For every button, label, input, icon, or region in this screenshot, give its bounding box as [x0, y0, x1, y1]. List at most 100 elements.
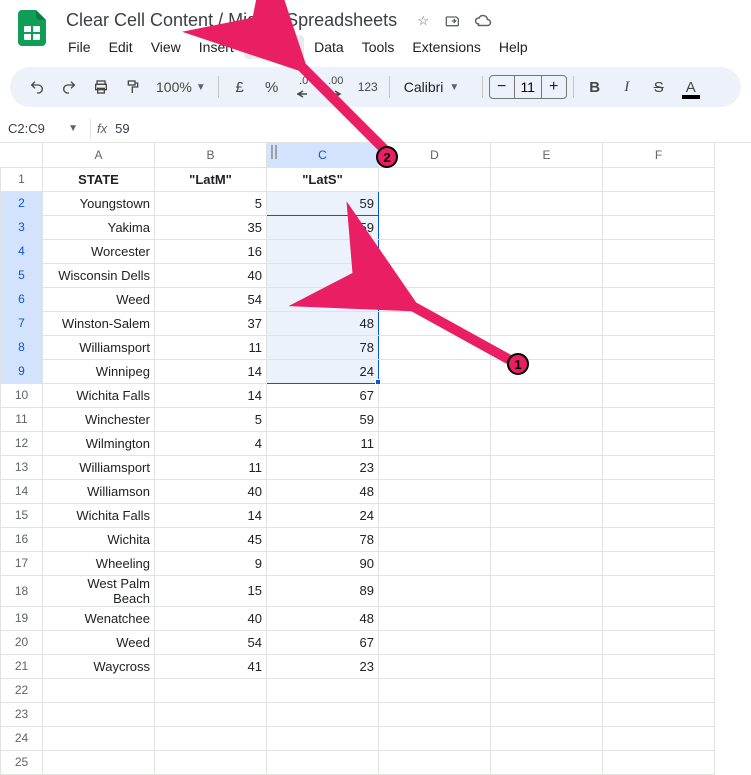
- cell[interactable]: [379, 750, 491, 774]
- italic-button[interactable]: I: [612, 72, 642, 102]
- cell[interactable]: [379, 726, 491, 750]
- cell[interactable]: 40: [155, 479, 267, 503]
- cell[interactable]: [603, 527, 715, 551]
- cell[interactable]: Yakima: [43, 215, 155, 239]
- cell[interactable]: 40: [155, 606, 267, 630]
- cell[interactable]: [491, 630, 603, 654]
- cell[interactable]: [491, 527, 603, 551]
- cell[interactable]: 35: [155, 215, 267, 239]
- menu-help[interactable]: Help: [491, 35, 536, 59]
- row-header[interactable]: 22: [1, 678, 43, 702]
- cell[interactable]: [491, 359, 603, 383]
- cell[interactable]: "LatS": [267, 167, 379, 191]
- print-button[interactable]: [86, 72, 116, 102]
- cell[interactable]: 59: [267, 191, 379, 215]
- cell[interactable]: [603, 479, 715, 503]
- cell[interactable]: Wenatchee: [43, 606, 155, 630]
- row-header[interactable]: 8: [1, 335, 43, 359]
- cell[interactable]: [491, 551, 603, 575]
- cell[interactable]: [491, 654, 603, 678]
- row-header[interactable]: 17: [1, 551, 43, 575]
- cell[interactable]: [379, 479, 491, 503]
- cell[interactable]: STATE: [43, 167, 155, 191]
- cell[interactable]: [379, 654, 491, 678]
- cell[interactable]: Waycross: [43, 654, 155, 678]
- cell[interactable]: 16: [155, 239, 267, 263]
- cell[interactable]: [379, 263, 491, 287]
- cell[interactable]: [491, 678, 603, 702]
- cell[interactable]: [603, 167, 715, 191]
- cell[interactable]: Williamsport: [43, 455, 155, 479]
- cell[interactable]: [379, 551, 491, 575]
- doc-title[interactable]: Clear Cell Content / Mighty Spreadsheets: [60, 8, 403, 33]
- name-box[interactable]: C2:C9▼: [8, 121, 84, 136]
- cell[interactable]: 11: [267, 431, 379, 455]
- cell[interactable]: [267, 702, 379, 726]
- cell[interactable]: [603, 215, 715, 239]
- redo-button[interactable]: [54, 72, 84, 102]
- menu-tools[interactable]: Tools: [354, 35, 403, 59]
- row-header[interactable]: 11: [1, 407, 43, 431]
- row-header[interactable]: 16: [1, 527, 43, 551]
- cell[interactable]: [491, 287, 603, 311]
- cell[interactable]: [603, 678, 715, 702]
- cell[interactable]: [603, 431, 715, 455]
- decrease-decimal-button[interactable]: .0: [289, 72, 319, 102]
- cell[interactable]: [379, 455, 491, 479]
- star-icon[interactable]: ☆: [413, 11, 433, 31]
- cell[interactable]: [491, 431, 603, 455]
- bold-button[interactable]: B: [580, 72, 610, 102]
- cell[interactable]: 23: [267, 455, 379, 479]
- cell[interactable]: 89: [267, 575, 379, 606]
- cell[interactable]: [603, 575, 715, 606]
- cell[interactable]: [603, 750, 715, 774]
- cell[interactable]: [491, 239, 603, 263]
- cell[interactable]: [603, 702, 715, 726]
- cell[interactable]: Wheeling: [43, 551, 155, 575]
- cell[interactable]: Wisconsin Dells: [43, 263, 155, 287]
- menu-edit[interactable]: Edit: [101, 35, 141, 59]
- cell[interactable]: 24: [267, 503, 379, 527]
- cell[interactable]: [491, 263, 603, 287]
- cell[interactable]: [603, 455, 715, 479]
- row-header[interactable]: 13: [1, 455, 43, 479]
- cell[interactable]: Weed: [43, 287, 155, 311]
- cell[interactable]: [603, 726, 715, 750]
- cell[interactable]: 56: [267, 287, 379, 311]
- cell[interactable]: Winston-Salem: [43, 311, 155, 335]
- cell[interactable]: 5: [155, 191, 267, 215]
- cell[interactable]: [267, 678, 379, 702]
- move-icon[interactable]: [443, 11, 463, 31]
- cell[interactable]: [603, 311, 715, 335]
- menu-format[interactable]: Format: [244, 35, 304, 59]
- cell[interactable]: 41: [155, 654, 267, 678]
- cell[interactable]: 37: [155, 311, 267, 335]
- formula-input[interactable]: 59: [115, 121, 129, 136]
- cell[interactable]: [379, 431, 491, 455]
- cell[interactable]: Williamson: [43, 479, 155, 503]
- cell[interactable]: 48: [267, 311, 379, 335]
- cell[interactable]: [379, 335, 491, 359]
- font-size-increase[interactable]: +: [542, 78, 566, 96]
- cell[interactable]: "LatM": [155, 167, 267, 191]
- cell[interactable]: [603, 503, 715, 527]
- row-header[interactable]: 21: [1, 654, 43, 678]
- cell[interactable]: 15: [155, 575, 267, 606]
- cell[interactable]: [379, 167, 491, 191]
- row-header[interactable]: 1: [1, 167, 43, 191]
- cell[interactable]: [603, 239, 715, 263]
- cell[interactable]: [603, 407, 715, 431]
- cell[interactable]: 14: [155, 359, 267, 383]
- cell[interactable]: [603, 191, 715, 215]
- font-select[interactable]: Calibri▼: [396, 79, 476, 95]
- row-header[interactable]: 15: [1, 503, 43, 527]
- cell[interactable]: [379, 239, 491, 263]
- row-header[interactable]: 3: [1, 215, 43, 239]
- cell[interactable]: [43, 750, 155, 774]
- column-header-f[interactable]: F: [603, 143, 715, 167]
- cell[interactable]: 14: [155, 503, 267, 527]
- cell[interactable]: [379, 527, 491, 551]
- cell[interactable]: [603, 606, 715, 630]
- menu-file[interactable]: File: [60, 35, 99, 59]
- selection-handle[interactable]: [375, 379, 381, 385]
